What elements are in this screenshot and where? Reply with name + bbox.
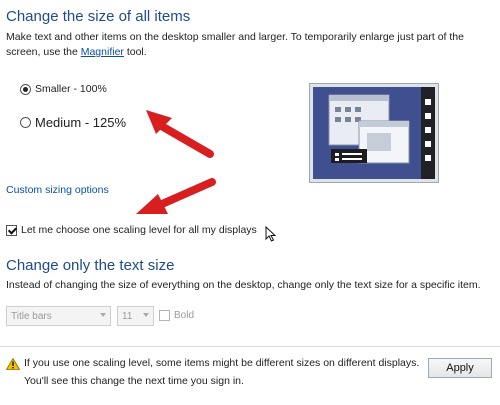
bold-checkbox[interactable] [159, 310, 170, 321]
size-description-tail: tool. [123, 46, 147, 58]
chevron-down-icon [143, 313, 149, 317]
footer-divider [0, 346, 500, 347]
size-description-text: Make text and other items on the desktop… [6, 31, 464, 58]
size-select[interactable]: 11 [117, 306, 154, 326]
warning-line-1: If you use one scaling level, some items… [24, 357, 420, 369]
size-select-value: 11 [122, 310, 133, 322]
mouse-cursor-icon [265, 226, 277, 242]
radio-option-medium[interactable]: Medium - 125% [20, 115, 126, 130]
item-select[interactable]: Title bars [6, 306, 111, 326]
section-title-size-all: Change the size of all items [6, 8, 191, 25]
display-preview-image [309, 83, 439, 183]
item-select-value: Title bars [11, 310, 52, 322]
radio-button-medium[interactable] [20, 117, 31, 128]
custom-sizing-options-link[interactable]: Custom sizing options [6, 184, 109, 196]
scaling-checkbox[interactable] [6, 224, 17, 236]
size-description: Make text and other items on the desktop… [6, 30, 491, 60]
scaling-checkbox-row[interactable]: Let me choose one scaling level for all … [6, 224, 257, 236]
radio-label-smaller: Smaller - 100% [35, 83, 107, 95]
warning-message: If you use one scaling level, some items… [24, 356, 419, 389]
radio-label-medium: Medium - 125% [35, 115, 127, 130]
chevron-down-icon [100, 313, 106, 317]
scaling-checkbox-label: Let me choose one scaling level for all … [21, 224, 257, 236]
magnifier-link[interactable]: Magnifier [81, 46, 124, 58]
text-size-description: Instead of changing the size of everythi… [6, 279, 481, 291]
red-arrow-icon [136, 178, 216, 214]
warning-icon [6, 358, 20, 370]
red-arrow-icon [146, 110, 214, 158]
warning-line-2: You'll see this change the next time you… [24, 375, 244, 387]
radio-option-smaller[interactable]: Smaller - 100% [20, 83, 107, 95]
apply-button[interactable]: Apply [428, 358, 492, 378]
section-title-text-size: Change only the text size [6, 257, 175, 274]
bold-checkbox-row[interactable]: Bold [159, 310, 194, 321]
radio-button-smaller[interactable] [20, 83, 31, 95]
bold-label: Bold [174, 310, 195, 321]
